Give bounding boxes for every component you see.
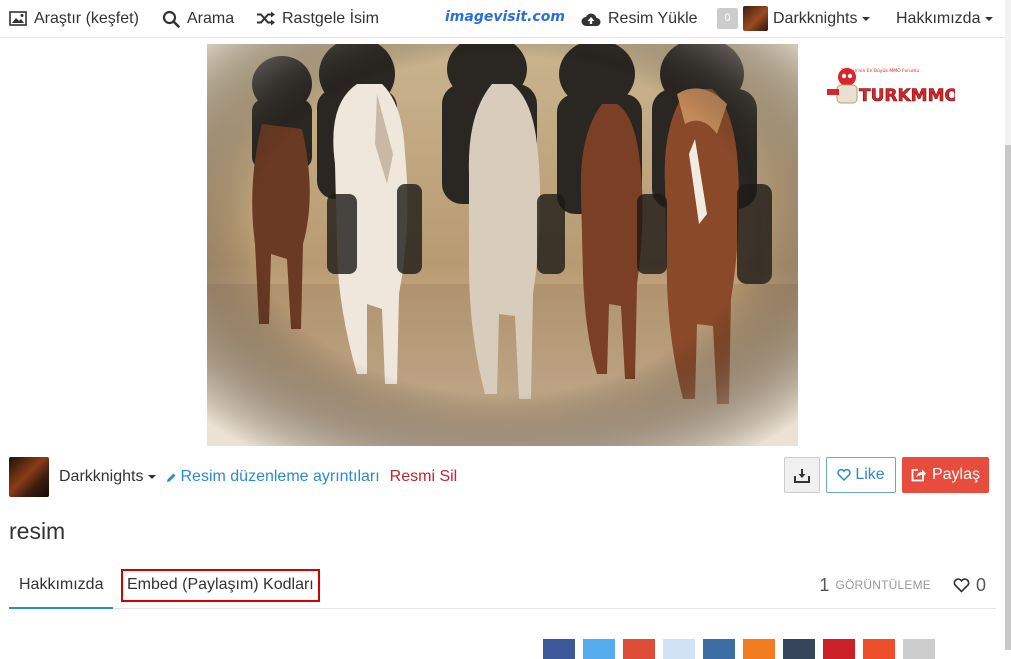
avatar (743, 6, 768, 31)
caret-down-icon (148, 475, 157, 479)
like-button[interactable]: Like (826, 457, 896, 493)
tumblr-share-icon[interactable] (783, 639, 815, 659)
nav-search[interactable]: Arama (162, 0, 234, 38)
views-label: GÖRÜNTÜLEME (835, 578, 931, 592)
nav-about-menu[interactable]: Hakkımızda (896, 0, 994, 38)
image-title: resim (9, 518, 66, 544)
share-label: Paylaş (931, 466, 981, 483)
nav-upload-label: Resim Yükle (608, 9, 698, 27)
search-icon (162, 10, 180, 28)
share-button[interactable]: Paylaş (902, 457, 989, 493)
nav-explore-label: Araştır (keşfet) (34, 9, 139, 27)
nav-upload[interactable]: Resim Yükle (581, 0, 698, 38)
cloud-upload-icon (581, 13, 601, 26)
reddit-share-icon[interactable] (863, 639, 895, 659)
share-icon (911, 469, 926, 482)
edit-details-label: Resim düzenleme ayrıntıları (180, 468, 380, 485)
nav-user-label: Darkknights (773, 9, 858, 27)
tab-about[interactable]: Hakkımızda (9, 566, 114, 609)
nav-about-label: Hakkımızda (896, 9, 981, 27)
pinterest-share-icon[interactable] (823, 639, 855, 659)
edit-details-link[interactable]: Resim düzenleme ayrıntıları (166, 468, 380, 486)
notification-count-badge[interactable]: 0 (717, 8, 738, 29)
vk-share-icon[interactable] (703, 639, 735, 659)
site-logo[interactable]: imagevisit.com (445, 9, 565, 25)
nav-user-menu[interactable]: 0 Darkknights (717, 0, 871, 38)
nav-search-label: Arama (187, 9, 235, 27)
image-icon (9, 11, 27, 26)
image-actions: Like Paylaş (784, 457, 989, 493)
scrollbar-thumb[interactable] (1005, 145, 1011, 650)
ad-banner[interactable]: Türkiye'nin En Büyük MMO Forumu TURKMMO (825, 63, 959, 109)
heart-icon (953, 577, 970, 593)
page-scrollbar[interactable] (1005, 0, 1011, 650)
image-stats: 1 GÖRÜNTÜLEME 0 (819, 566, 986, 604)
google-plus-share-icon[interactable] (623, 639, 655, 659)
caret-down-icon (985, 16, 994, 21)
email-share-icon[interactable] (903, 639, 935, 659)
download-button[interactable] (784, 457, 820, 493)
download-icon (794, 468, 810, 483)
owner-menu[interactable]: Darkknights (59, 468, 157, 486)
odnoklassniki-share-icon[interactable] (743, 639, 775, 659)
pencil-icon (167, 473, 176, 482)
horse-riders-illustration (207, 44, 798, 446)
turkmmo-logo: Türkiye'nin En Büyük MMO Forumu TURKMMO (827, 68, 959, 106)
facebook-share-icon[interactable] (543, 639, 575, 659)
tab-embed-codes[interactable]: Embed (Paylaşım) Kodları (121, 569, 320, 602)
caret-down-icon (862, 16, 871, 21)
views-count: 1 (819, 574, 830, 595)
nav-explore[interactable]: Araştır (keşfet) (9, 0, 139, 38)
heart-icon (837, 469, 851, 481)
likes-count: 0 (975, 574, 986, 595)
owner-name: Darkknights (59, 468, 144, 485)
share-icon[interactable] (663, 639, 695, 659)
main-image[interactable] (207, 44, 798, 446)
nav-random-label: Rastgele İsim (282, 9, 379, 27)
like-label: Like (855, 466, 885, 483)
shuffle-icon (257, 11, 275, 26)
nav-random[interactable]: Rastgele İsim (256, 0, 379, 38)
ad-tagline: Türkiye'nin En Büyük MMO Forumu (840, 68, 919, 74)
avatar[interactable] (9, 457, 49, 497)
owner-row: Darkknights Resim düzenleme ayrıntıları … (9, 457, 999, 497)
ad-brand-text: TURKMMO (859, 86, 955, 106)
delete-image-link[interactable]: Resmi Sil (390, 468, 458, 486)
top-navbar: Araştır (keşfet) Arama Rastgele İsim ima… (0, 0, 1005, 38)
twitter-share-icon[interactable] (583, 639, 615, 659)
tab-bar: Hakkımızda Embed (Paylaşım) Kodları 1 GÖ… (9, 566, 996, 609)
